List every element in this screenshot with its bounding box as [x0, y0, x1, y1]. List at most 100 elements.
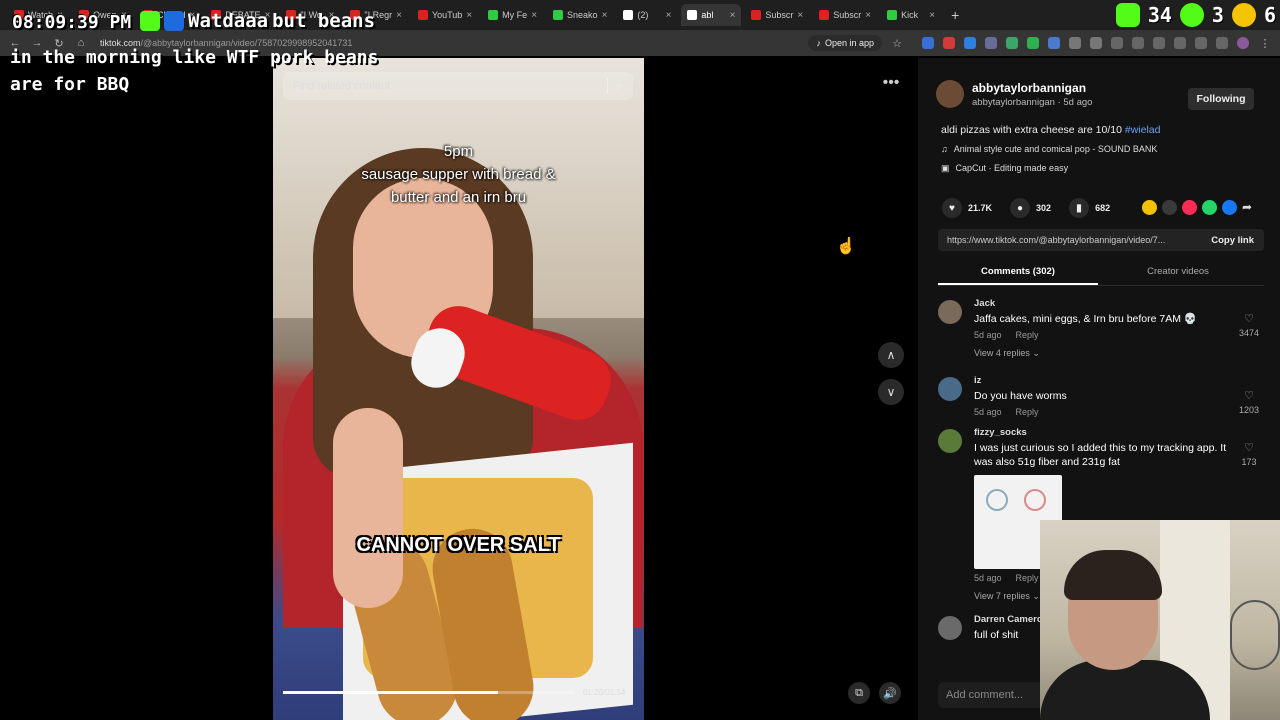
tab-close-icon[interactable]: ×: [602, 10, 608, 21]
extension-icon[interactable]: [1006, 36, 1018, 49]
comment-username[interactable]: fizzy_socks: [974, 427, 1264, 438]
extension-icon[interactable]: [1069, 36, 1081, 49]
tab-close-icon[interactable]: ×: [666, 10, 672, 21]
comment-text: Do you have worms: [974, 390, 1067, 402]
tab-close-icon[interactable]: ×: [531, 10, 537, 21]
video-text-line: sausage supper with bread &: [361, 166, 556, 183]
like-heart-icon[interactable]: ♥: [942, 198, 962, 218]
picture-in-picture-button[interactable]: ⧉: [848, 682, 870, 704]
browser-tab[interactable]: My Fe ×: [482, 4, 543, 26]
tab-creator-videos[interactable]: Creator videos: [1098, 262, 1258, 285]
tab-close-icon[interactable]: ×: [730, 10, 736, 21]
tab-favicon-icon: [819, 10, 830, 20]
tab-label: Kick: [901, 10, 919, 20]
tab-close-icon[interactable]: ×: [797, 10, 803, 21]
comment-time: 5d ago: [974, 407, 1002, 417]
browser-menu-icon[interactable]: ⋮: [1258, 37, 1272, 50]
download-icon[interactable]: [1132, 36, 1144, 49]
view-replies-button[interactable]: View 4 replies ⌄: [974, 348, 1264, 359]
capcut-anchor[interactable]: ▣ CapCut · Editing made easy: [941, 163, 1068, 174]
video-progress-fill: [283, 691, 498, 694]
tab-comments[interactable]: Comments (302): [938, 262, 1098, 285]
comment-avatar[interactable]: [938, 429, 962, 453]
extension-icon[interactable]: [985, 36, 997, 49]
new-tab-button[interactable]: +: [945, 7, 965, 23]
comment-username[interactable]: iz: [974, 375, 1264, 386]
comment-count: 302: [1036, 203, 1052, 213]
extension-icon[interactable]: [943, 36, 955, 49]
video-progress-bar[interactable]: [283, 691, 573, 694]
browser-tab[interactable]: YouTub ×: [412, 4, 478, 26]
embed-icon[interactable]: [1162, 200, 1177, 215]
devtools-icon[interactable]: [1153, 36, 1165, 49]
share-link-box: https://www.tiktok.com/@abbytaylorbannig…: [938, 229, 1264, 251]
creator-avatar[interactable]: [936, 80, 964, 108]
video-timecode: 01:26/01:54: [583, 688, 626, 697]
reading-list-icon[interactable]: [1216, 36, 1228, 49]
profile-avatar[interactable]: [1237, 36, 1249, 49]
tab-close-icon[interactable]: ×: [396, 10, 402, 21]
chat-overlay: Watdaaa but beans: [140, 10, 375, 32]
heart-outline-icon: ♡: [1244, 442, 1254, 454]
browser-tab[interactable]: Subscr ×: [813, 4, 877, 26]
counter-c: 6: [1263, 3, 1276, 27]
emote-icon: [164, 11, 184, 31]
share-arrow-icon[interactable]: ➦: [1242, 200, 1252, 215]
music-info[interactable]: ♫ Animal style cute and comical pop - SOU…: [941, 144, 1157, 154]
comment-like[interactable]: ♡ 3474: [1234, 312, 1264, 338]
search-icon[interactable]: ⌕: [606, 78, 623, 94]
stream-clock: 08:09:39 PM: [12, 12, 132, 33]
kick-icon: [140, 11, 160, 31]
tab-close-icon[interactable]: ×: [929, 10, 935, 21]
open-in-app-button[interactable]: ♪ Open in app: [808, 35, 882, 51]
whatsapp-icon[interactable]: [1202, 200, 1217, 215]
facebook-icon[interactable]: [1222, 200, 1237, 215]
comment-avatar[interactable]: [938, 616, 962, 640]
split-view-icon[interactable]: [1195, 36, 1207, 49]
extension-icon[interactable]: [1048, 36, 1060, 49]
previous-video-button[interactable]: ∧: [878, 342, 904, 368]
video-text-line: butter and an irn bru: [390, 189, 527, 206]
comment-text: Jaffa cakes, mini eggs, & Irn bru before…: [974, 313, 1197, 325]
bookmark-star-icon[interactable]: ☆: [890, 37, 904, 50]
extension-icon[interactable]: [964, 36, 976, 49]
reply-button[interactable]: Reply: [1016, 407, 1039, 417]
browser-tab[interactable]: (2) ×: [617, 4, 677, 26]
reply-button[interactable]: Reply: [1016, 330, 1039, 340]
volume-button[interactable]: 🔊: [879, 682, 901, 704]
history-icon[interactable]: [1111, 36, 1123, 49]
following-button[interactable]: Following: [1188, 88, 1254, 110]
comment-avatar[interactable]: [938, 377, 962, 401]
chat-caption: in the morning like WTF pork beans are f…: [10, 47, 379, 95]
bookmark-icon[interactable]: ▮: [1069, 198, 1090, 218]
extension-icon[interactable]: [1027, 36, 1039, 49]
tab-close-icon[interactable]: ×: [466, 10, 472, 21]
volume-icon: 🔊: [883, 687, 897, 700]
browser-tab[interactable]: abl ×: [681, 4, 742, 26]
creator-username[interactable]: abbytaylorbannigan: [972, 81, 1092, 95]
extensions-puzzle-icon[interactable]: [1090, 36, 1102, 49]
browser-tab[interactable]: Sneako ×: [547, 4, 613, 26]
hashtag-link[interactable]: #wielad: [1125, 124, 1161, 136]
copy-link-button[interactable]: Copy link: [1201, 235, 1264, 246]
chat-username: Watdaaa: [188, 10, 269, 32]
extension-icon[interactable]: [922, 36, 934, 49]
tab-close-icon[interactable]: ×: [865, 10, 871, 21]
tab-label: My Fe: [502, 10, 528, 20]
reply-button[interactable]: Reply: [1016, 573, 1039, 583]
capcut-label: CapCut · Editing made easy: [955, 163, 1069, 173]
comment-like[interactable]: ♡ 173: [1234, 441, 1264, 467]
sidepanel-icon[interactable]: [1174, 36, 1186, 49]
comment-avatar[interactable]: [938, 300, 962, 324]
more-options-icon[interactable]: •••: [878, 74, 904, 96]
browser-tab[interactable]: Subscr ×: [745, 4, 809, 26]
coin-icon[interactable]: [1142, 200, 1157, 215]
next-video-button[interactable]: ∨: [878, 379, 904, 405]
comment-username[interactable]: Jack: [974, 298, 1264, 309]
comment-like[interactable]: ♡ 1203: [1234, 389, 1264, 415]
share-link-text[interactable]: https://www.tiktok.com/@abbytaylorbannig…: [947, 235, 1165, 245]
browser-tab[interactable]: Kick ×: [881, 4, 941, 26]
message-icon[interactable]: [1182, 200, 1197, 215]
comment-bubble-icon[interactable]: ●: [1010, 198, 1031, 218]
creator-subtitle: abbytaylorbannigan · 5d ago: [972, 96, 1093, 108]
